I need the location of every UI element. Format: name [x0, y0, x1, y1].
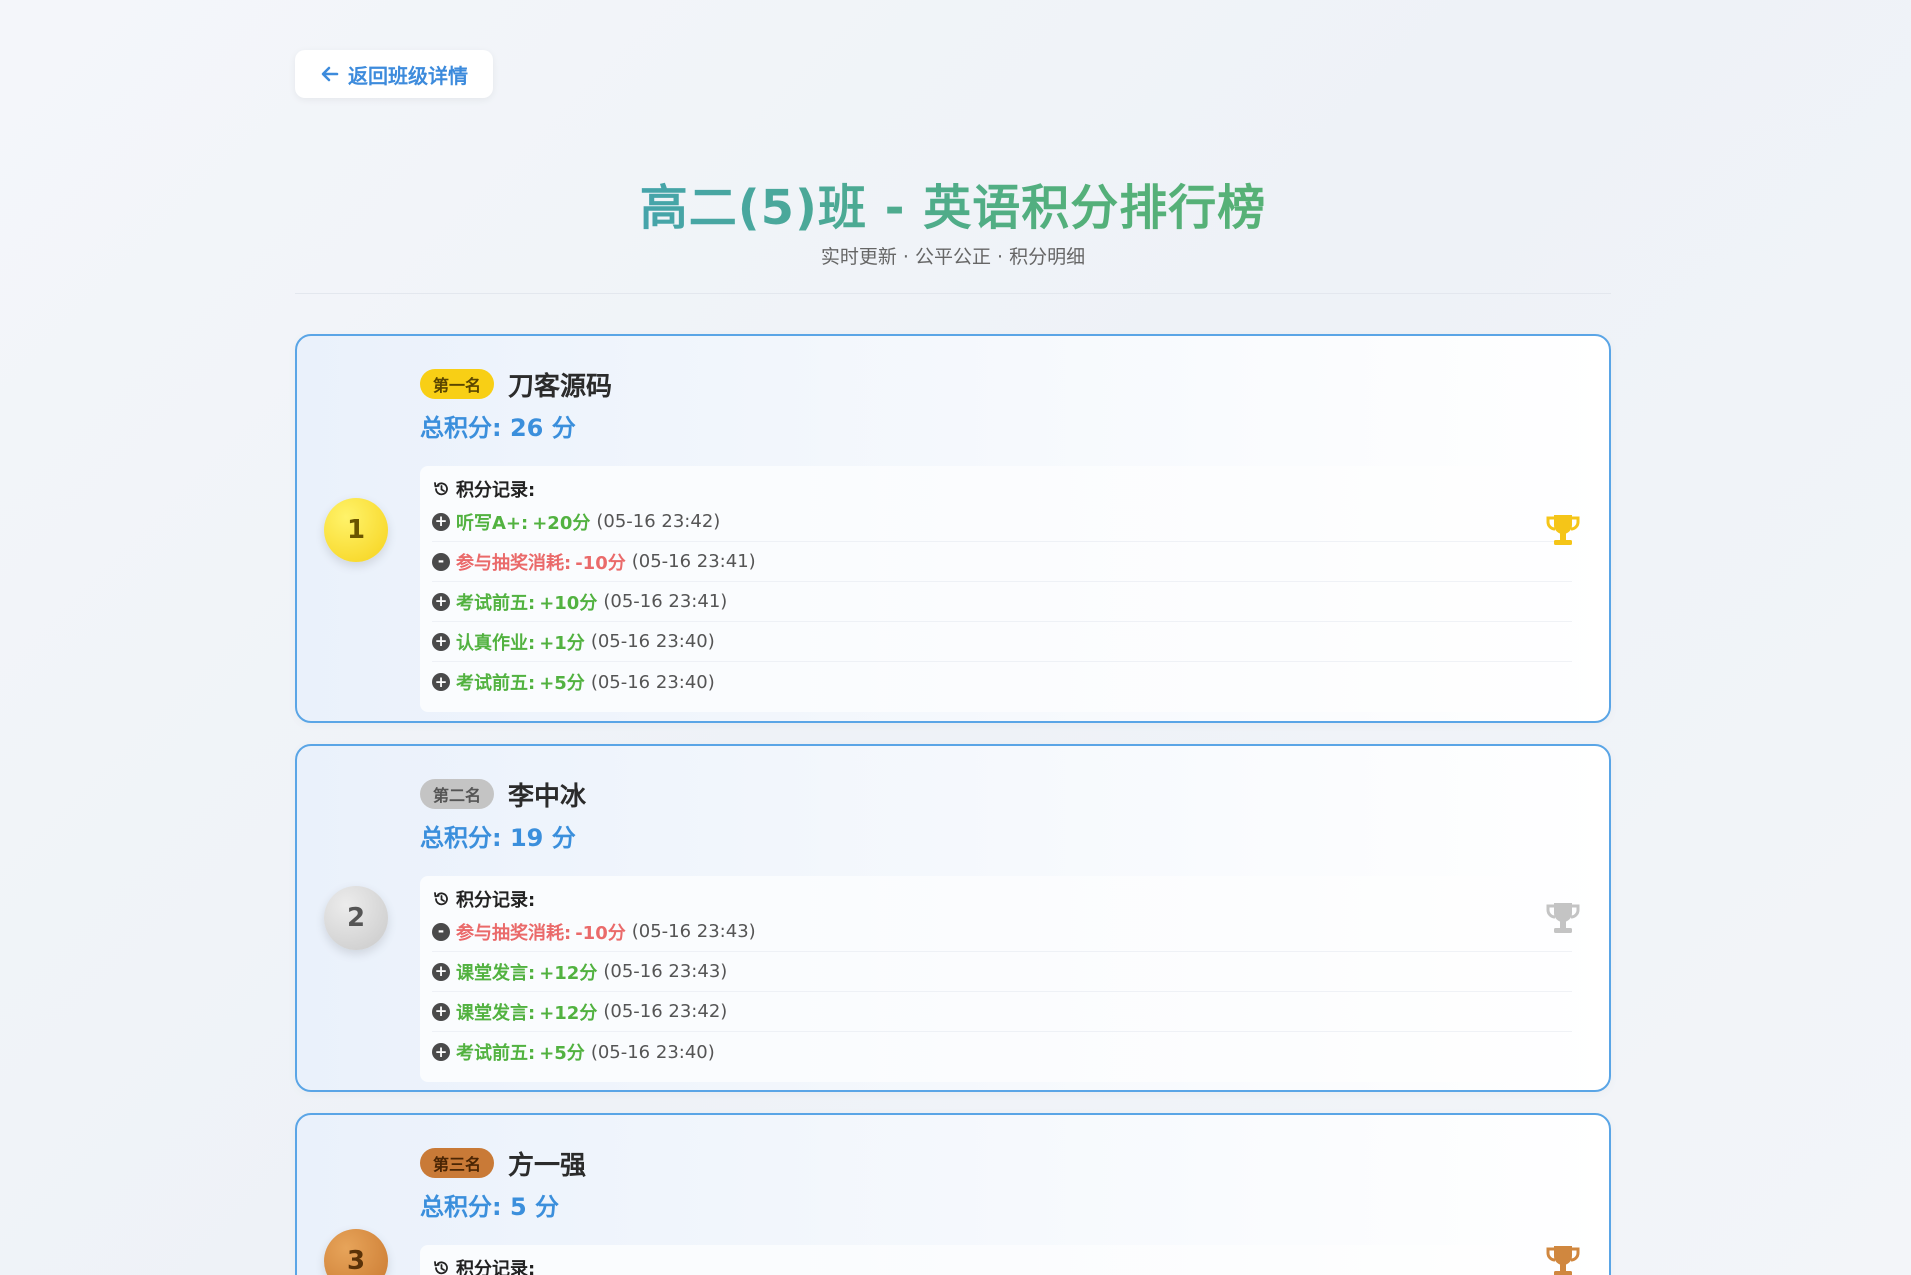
rank-badge: 第一名 — [420, 369, 495, 399]
rank-circle-1: 1 — [324, 498, 388, 562]
records-title: 积分记录: — [432, 886, 1572, 912]
plus-circle-icon: + — [432, 512, 450, 531]
records-panel: 积分记录: — [420, 1245, 1584, 1275]
record-points: +5分 — [539, 1043, 585, 1064]
plus-circle-icon: + — [432, 673, 450, 691]
plus-circle-icon: + — [432, 1043, 450, 1061]
record-item: - 参与抽奖消耗: -10分 (05-16 23:43) — [432, 912, 1572, 952]
record-points: +1分 — [539, 632, 585, 654]
record-time: (05-16 23:42) — [603, 1001, 728, 1022]
rank-circle-3: 3 — [324, 1229, 388, 1275]
records-label: 积分记录: — [456, 480, 536, 501]
record-reason: 参与抽奖消耗: — [456, 922, 572, 944]
student-info: 第一名 刀客源码 总积分: 26 分 积分记录: + 听写A+: +20分 (0… — [420, 364, 1584, 712]
history-icon — [434, 892, 448, 906]
back-button-label: 返回班级详情 — [348, 63, 468, 88]
rank-circle-2: 2 — [324, 886, 388, 950]
records-title: 积分记录: — [432, 1255, 1572, 1275]
rank-card-2: 2 第二名 李中冰 总积分: 19 分 积分记录: - 参与抽奖消耗: -10分… — [295, 744, 1611, 1092]
record-time: (05-16 23:40) — [590, 1041, 715, 1063]
record-reason: 认真作业: — [456, 632, 536, 654]
record-time: (05-16 23:40) — [590, 631, 715, 652]
back-to-class-button[interactable]: 返回班级详情 — [295, 50, 493, 98]
record-points: +20分 — [532, 512, 591, 534]
student-name: 方一强 — [508, 1150, 587, 1181]
record-points: +5分 — [539, 673, 585, 694]
record-item: + 认真作业: +1分 (05-16 23:40) — [432, 622, 1572, 662]
records-panel: 积分记录: + 听写A+: +20分 (05-16 23:42) - 参与抽奖消… — [420, 466, 1584, 712]
rank-card-1: 1 第一名 刀客源码 总积分: 26 分 积分记录: + 听写A+: +20分 … — [295, 334, 1611, 723]
record-points: -10分 — [575, 922, 626, 944]
header-divider — [295, 293, 1611, 294]
minus-circle-icon: - — [432, 552, 450, 571]
trophy-icon-bronze — [1546, 1246, 1580, 1275]
record-points: +12分 — [539, 962, 598, 984]
plus-circle-icon: + — [432, 1002, 450, 1021]
student-name: 刀客源码 — [508, 371, 613, 402]
student-info: 第二名 李中冰 总积分: 19 分 积分记录: - 参与抽奖消耗: -10分 (… — [420, 774, 1584, 1082]
record-item: + 考试前五: +10分 (05-16 23:41) — [432, 582, 1572, 622]
record-item: + 听写A+: +20分 (05-16 23:42) — [432, 502, 1572, 542]
record-reason: 课堂发言: — [456, 962, 536, 984]
record-item: + 考试前五: +5分 (05-16 23:40) — [432, 662, 1572, 702]
records-label: 积分记录: — [456, 890, 536, 911]
plus-circle-icon: + — [432, 632, 450, 651]
rank-badge: 第三名 — [420, 1148, 495, 1178]
student-name: 李中冰 — [508, 781, 587, 812]
history-icon — [434, 482, 448, 496]
total-score: 总积分: 5 分 — [420, 1193, 560, 1221]
record-reason: 考试前五: — [456, 1043, 536, 1064]
record-time: (05-16 23:43) — [603, 961, 728, 982]
record-time: (05-16 23:41) — [631, 551, 756, 572]
record-item: + 考试前五: +5分 (05-16 23:40) — [432, 1032, 1572, 1072]
student-info: 第三名 方一强 总积分: 5 分 积分记录: — [420, 1143, 1584, 1275]
minus-circle-icon: - — [432, 922, 450, 941]
record-reason: 参与抽奖消耗: — [456, 552, 572, 574]
plus-circle-icon: + — [432, 962, 450, 981]
plus-circle-icon: + — [432, 592, 450, 611]
records-panel: 积分记录: - 参与抽奖消耗: -10分 (05-16 23:43) + 课堂发… — [420, 876, 1584, 1082]
total-score: 总积分: 26 分 — [420, 414, 576, 442]
record-points: -10分 — [575, 552, 626, 574]
total-score: 总积分: 19 分 — [420, 824, 576, 852]
record-item: - 参与抽奖消耗: -10分 (05-16 23:41) — [432, 542, 1572, 582]
leaderboard-page: 返回班级详情 高二(5)班 - 英语积分排行榜 实时更新 · 公平公正 · 积分… — [0, 0, 1911, 1275]
record-reason: 考试前五: — [456, 592, 536, 614]
name-row: 第三名 方一强 — [420, 1143, 1581, 1183]
history-icon — [434, 1261, 448, 1275]
record-time: (05-16 23:40) — [590, 671, 715, 693]
rank-badge: 第二名 — [420, 779, 495, 809]
records-title: 积分记录: — [432, 476, 1572, 502]
page-title: 高二(5)班 - 英语积分排行榜 — [295, 168, 1611, 238]
records-label: 积分记录: — [456, 1259, 536, 1275]
page-subtitle: 实时更新 · 公平公正 · 积分明细 — [820, 246, 1086, 268]
name-row: 第二名 李中冰 — [420, 774, 1581, 814]
record-item: + 课堂发言: +12分 (05-16 23:43) — [432, 952, 1572, 992]
record-reason: 考试前五: — [456, 673, 536, 694]
record-time: (05-16 23:43) — [631, 921, 756, 942]
trophy-icon-silver — [1546, 903, 1580, 933]
record-item: + 课堂发言: +12分 (05-16 23:42) — [432, 992, 1572, 1032]
record-reason: 听写A+: — [456, 512, 529, 534]
record-time: (05-16 23:41) — [603, 591, 728, 612]
record-time: (05-16 23:42) — [596, 511, 721, 532]
record-reason: 课堂发言: — [456, 1002, 536, 1024]
record-points: +12分 — [539, 1002, 598, 1024]
arrow-left-icon — [321, 66, 339, 82]
record-points: +10分 — [539, 592, 598, 614]
trophy-icon-gold — [1546, 515, 1580, 545]
name-row: 第一名 刀客源码 — [420, 364, 1581, 404]
rank-card-3: 3 第三名 方一强 总积分: 5 分 积分记录: — [295, 1113, 1611, 1275]
